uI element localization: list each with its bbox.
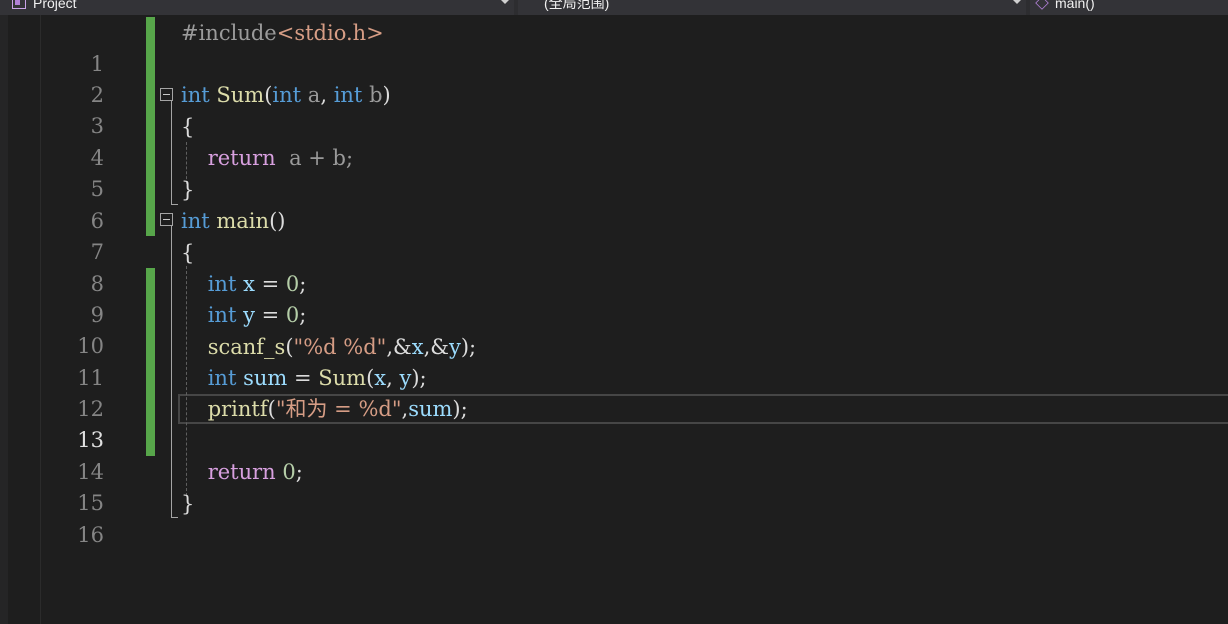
line-content: { [181, 112, 194, 143]
code-line-8[interactable]: 8 { [0, 238, 1228, 296]
code-line-6[interactable]: 6 } [0, 175, 1228, 233]
keyword: int [207, 272, 237, 296]
code-line-4[interactable]: 4 { [0, 112, 1228, 170]
punctuation: ) [382, 83, 391, 107]
expression: a + b; [289, 146, 354, 170]
string-literal: "%d %d" [293, 335, 387, 359]
code-line-12[interactable]: 12 int sum = Sum(x, y); [0, 363, 1228, 421]
line-content: { [181, 238, 194, 269]
brace: } [181, 492, 195, 516]
keyword: return [207, 146, 276, 170]
function-name: printf [207, 397, 268, 421]
code-line-16[interactable]: 16 } [0, 489, 1228, 547]
line-content: int x = 0; [181, 269, 307, 300]
code-line-11[interactable]: 11 scanf_s("%d %d",&x,&y); [0, 332, 1228, 390]
chevron-down-icon [1013, 0, 1021, 4]
line-content: int sum = Sum(x, y); [181, 363, 427, 394]
line-content: return a + b; [181, 143, 353, 174]
method-cube-icon [1035, 0, 1049, 10]
function-name: main [216, 209, 270, 233]
include-header: <stdio.h> [276, 21, 384, 45]
punctuation: , [386, 366, 400, 390]
punctuation: ( [285, 335, 294, 359]
line-content: scanf_s("%d %d",&x,&y); [181, 332, 476, 363]
code-line-15[interactable]: 15 return 0; [0, 457, 1228, 515]
line-number: 16 [77, 523, 104, 547]
variable: x [243, 272, 255, 296]
function-name: scanf_s [207, 335, 286, 359]
line-content: printf("和为 = %d",sum); [181, 394, 468, 425]
keyword: int [333, 83, 363, 107]
line-content: #include<stdio.h> [181, 18, 384, 49]
parameter: a [307, 83, 321, 107]
punctuation: ; [299, 272, 307, 296]
punctuation: ,& [386, 335, 412, 359]
code-line-7[interactable]: 7 int main() [0, 206, 1228, 264]
keyword: int [181, 83, 210, 107]
punctuation: ); [460, 335, 477, 359]
scope-dropdown-label: (全局范围) [544, 0, 610, 11]
keyword: int [207, 366, 237, 390]
chevron-down-icon [501, 0, 509, 4]
keyword: int [207, 303, 237, 327]
punctuation: () [269, 209, 286, 233]
keyword: int [272, 83, 302, 107]
function-name: Sum [318, 366, 367, 390]
project-icon [12, 0, 26, 9]
line-content: int y = 0; [181, 300, 307, 331]
punctuation: ,& [423, 335, 449, 359]
punctuation: ); [452, 397, 468, 421]
code-line-9[interactable]: 9 int x = 0; [0, 269, 1228, 327]
variable: y [243, 303, 255, 327]
code-line-5[interactable]: 5 return a + b; [0, 143, 1228, 201]
line-content: int main() [181, 206, 285, 237]
variable: y [399, 366, 412, 390]
punctuation: ; [299, 303, 307, 327]
variable: x [374, 366, 387, 390]
line-content: int Sum(int a, int b) [181, 80, 391, 111]
number-literal: 0 [282, 460, 296, 484]
variable: sum [243, 366, 288, 390]
operator: = [254, 272, 286, 296]
member-dropdown[interactable]: main() [1030, 0, 1228, 15]
scope-dropdown[interactable]: (全局范围) [518, 0, 1026, 15]
navigation-bar: Project (全局范围) main() [0, 0, 1228, 15]
project-dropdown[interactable]: Project [0, 0, 514, 15]
operator: = [287, 366, 319, 390]
code-line-10[interactable]: 10 int y = 0; [0, 300, 1228, 358]
brace: { [181, 115, 195, 139]
punctuation: ( [267, 397, 276, 421]
line-content: return 0; [181, 457, 303, 488]
code-line-14[interactable]: 14 [0, 426, 1228, 484]
project-dropdown-label: Project [33, 0, 77, 11]
brace: } [181, 178, 195, 202]
punctuation: ); [411, 366, 427, 390]
operator: = [254, 303, 286, 327]
variable: y [448, 335, 461, 359]
punctuation: ; [295, 460, 303, 484]
punctuation: , [320, 83, 327, 107]
variable: x [411, 335, 424, 359]
line-content: } [181, 489, 194, 520]
function-name: Sum [216, 83, 265, 107]
code-line-13[interactable]: 13 printf("和为 = %d",sum); [0, 394, 1228, 452]
keyword: return [207, 460, 276, 484]
brace: { [181, 241, 195, 265]
preprocessor-directive: #include [181, 21, 277, 45]
code-line-2[interactable]: 2 [0, 49, 1228, 107]
code-line-3[interactable]: 3 int Sum(int a, int b) [0, 80, 1228, 138]
line-content: } [181, 175, 194, 206]
number-literal: 0 [285, 303, 300, 327]
code-line-1[interactable]: 1 #include<stdio.h> [0, 18, 1228, 76]
number-literal: 0 [285, 272, 300, 296]
string-literal: "和为 = %d" [275, 397, 402, 421]
variable: sum [408, 397, 453, 421]
keyword: int [181, 209, 210, 233]
member-dropdown-label: main() [1055, 0, 1095, 11]
parameter: b [369, 83, 383, 107]
